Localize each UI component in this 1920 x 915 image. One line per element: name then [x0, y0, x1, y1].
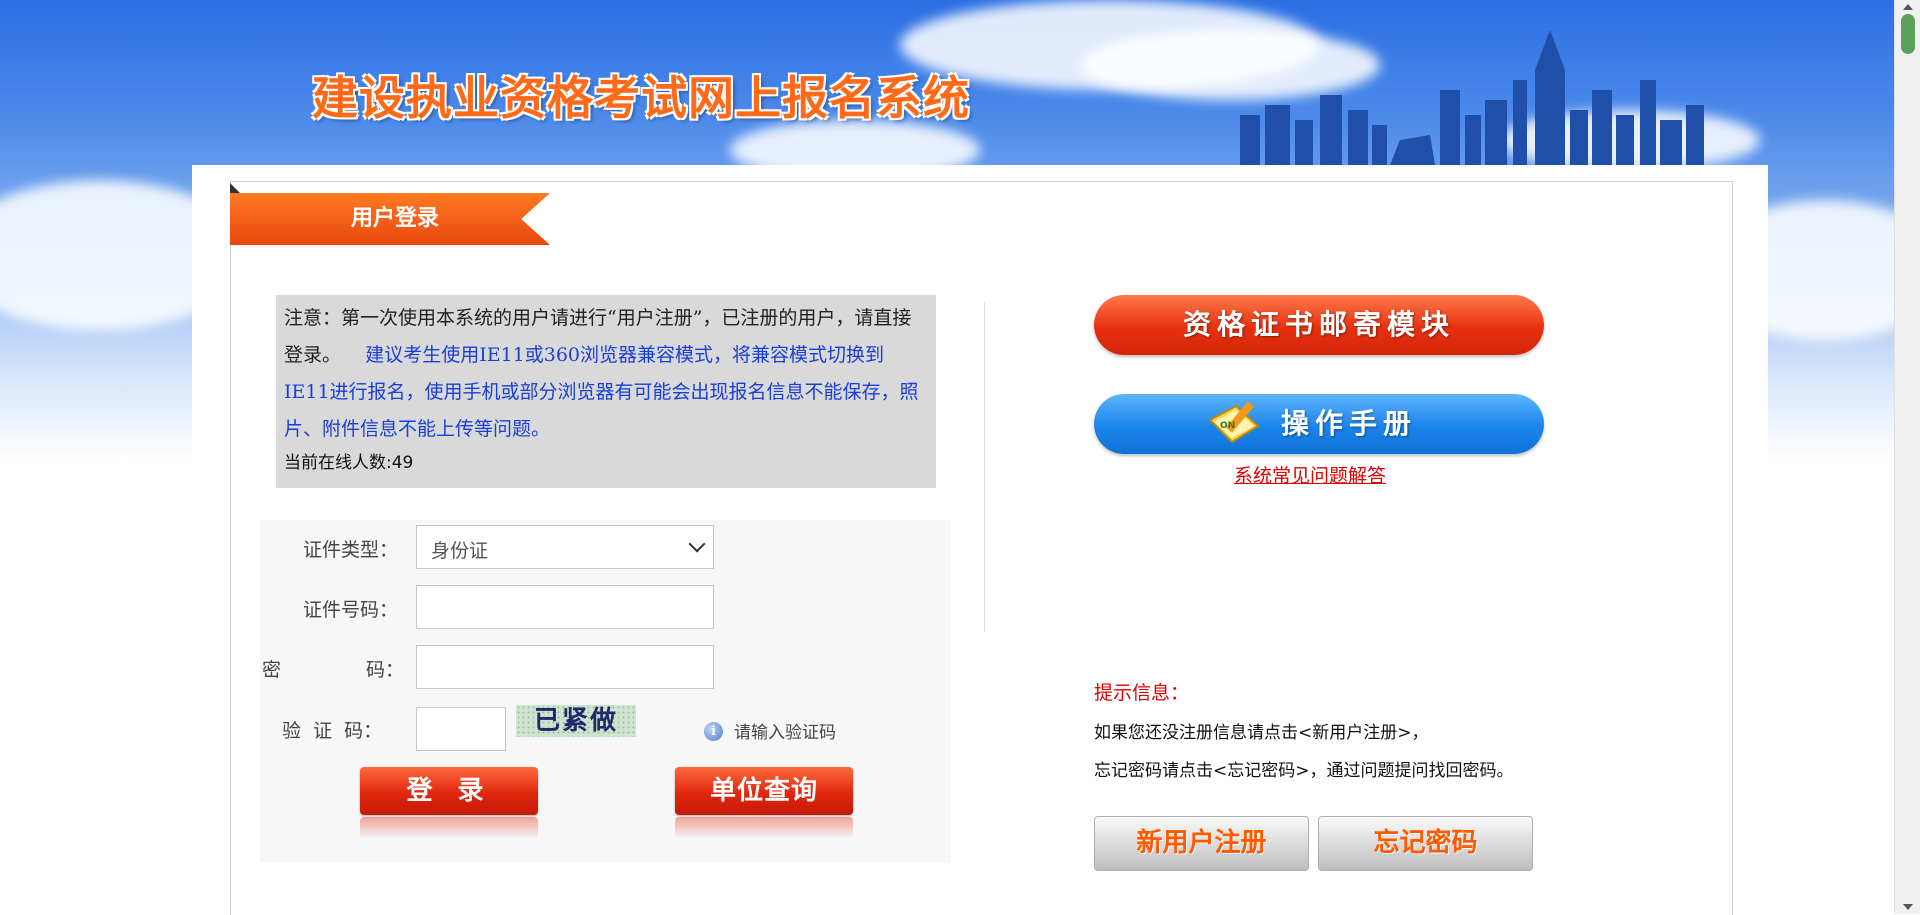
vertical-divider: [984, 302, 985, 632]
tip-forgot-password: 忘记密码请点击<忘记密码>，通过问题提问找回密码。: [1094, 761, 1514, 781]
svg-text:ON: ON: [1220, 421, 1235, 431]
id-number-label: 证件号码：: [303, 599, 399, 621]
vertical-scrollbar[interactable]: [1894, 0, 1920, 914]
browser-recommendation: 建议考生使用IE11或360浏览器兼容模式，将兼容模式切换到IE11进行报名，使…: [284, 344, 919, 440]
manual-button[interactable]: 操作手册: [1094, 394, 1544, 454]
captcha-image[interactable]: 已紧做: [516, 705, 636, 737]
faq-link[interactable]: 系统常见问题解答: [1234, 461, 1386, 488]
id-type-select[interactable]: 身份证: [416, 525, 714, 569]
login-button[interactable]: 登 录: [360, 767, 538, 815]
id-number-input[interactable]: [416, 585, 714, 629]
login-button-reflection: [360, 817, 538, 839]
captcha-label: 验 证 码：: [282, 720, 383, 742]
captcha-hint: 请输入验证码: [734, 723, 836, 743]
tip-title: 提示信息：: [1094, 682, 1190, 704]
info-icon: i: [704, 722, 723, 741]
captcha-input[interactable]: [416, 707, 506, 751]
certificate-mail-button[interactable]: 资格证书邮寄模块: [1094, 295, 1544, 355]
scroll-down-icon[interactable]: [1903, 904, 1913, 910]
org-query-button[interactable]: 单位查询: [675, 767, 853, 815]
login-tab-label: 用户登录: [350, 206, 439, 231]
online-count: 当前在线人数:49: [284, 453, 414, 473]
scroll-up-icon[interactable]: [1903, 4, 1913, 10]
password-input[interactable]: [416, 645, 714, 689]
tip-register: 如果您还没注册信息请点击<新用户注册>，: [1094, 723, 1429, 743]
id-type-selected-value: 身份证: [431, 540, 489, 562]
chevron-down-icon: [688, 535, 706, 553]
forgot-password-button[interactable]: 忘记密码: [1318, 816, 1533, 871]
notice-box: 注意：第一次使用本系统的用户请进行“用户注册”，已注册的用户，请直接登录。 建议…: [276, 295, 936, 488]
city-skyline-icon: [1240, 30, 1704, 165]
id-type-label: 证件类型：: [303, 539, 399, 561]
notebook-pencil-icon: ON: [1208, 401, 1260, 444]
new-user-register-button[interactable]: 新用户注册: [1094, 816, 1309, 871]
system-title: 建设执业资格考试网上报名系统: [312, 71, 970, 125]
tab-corner-decoration: [230, 183, 240, 193]
scroll-thumb[interactable]: [1901, 14, 1915, 54]
password-label-second: 码：: [366, 659, 405, 681]
password-label-first: 密: [262, 659, 282, 681]
org-query-button-reflection: [675, 817, 853, 839]
